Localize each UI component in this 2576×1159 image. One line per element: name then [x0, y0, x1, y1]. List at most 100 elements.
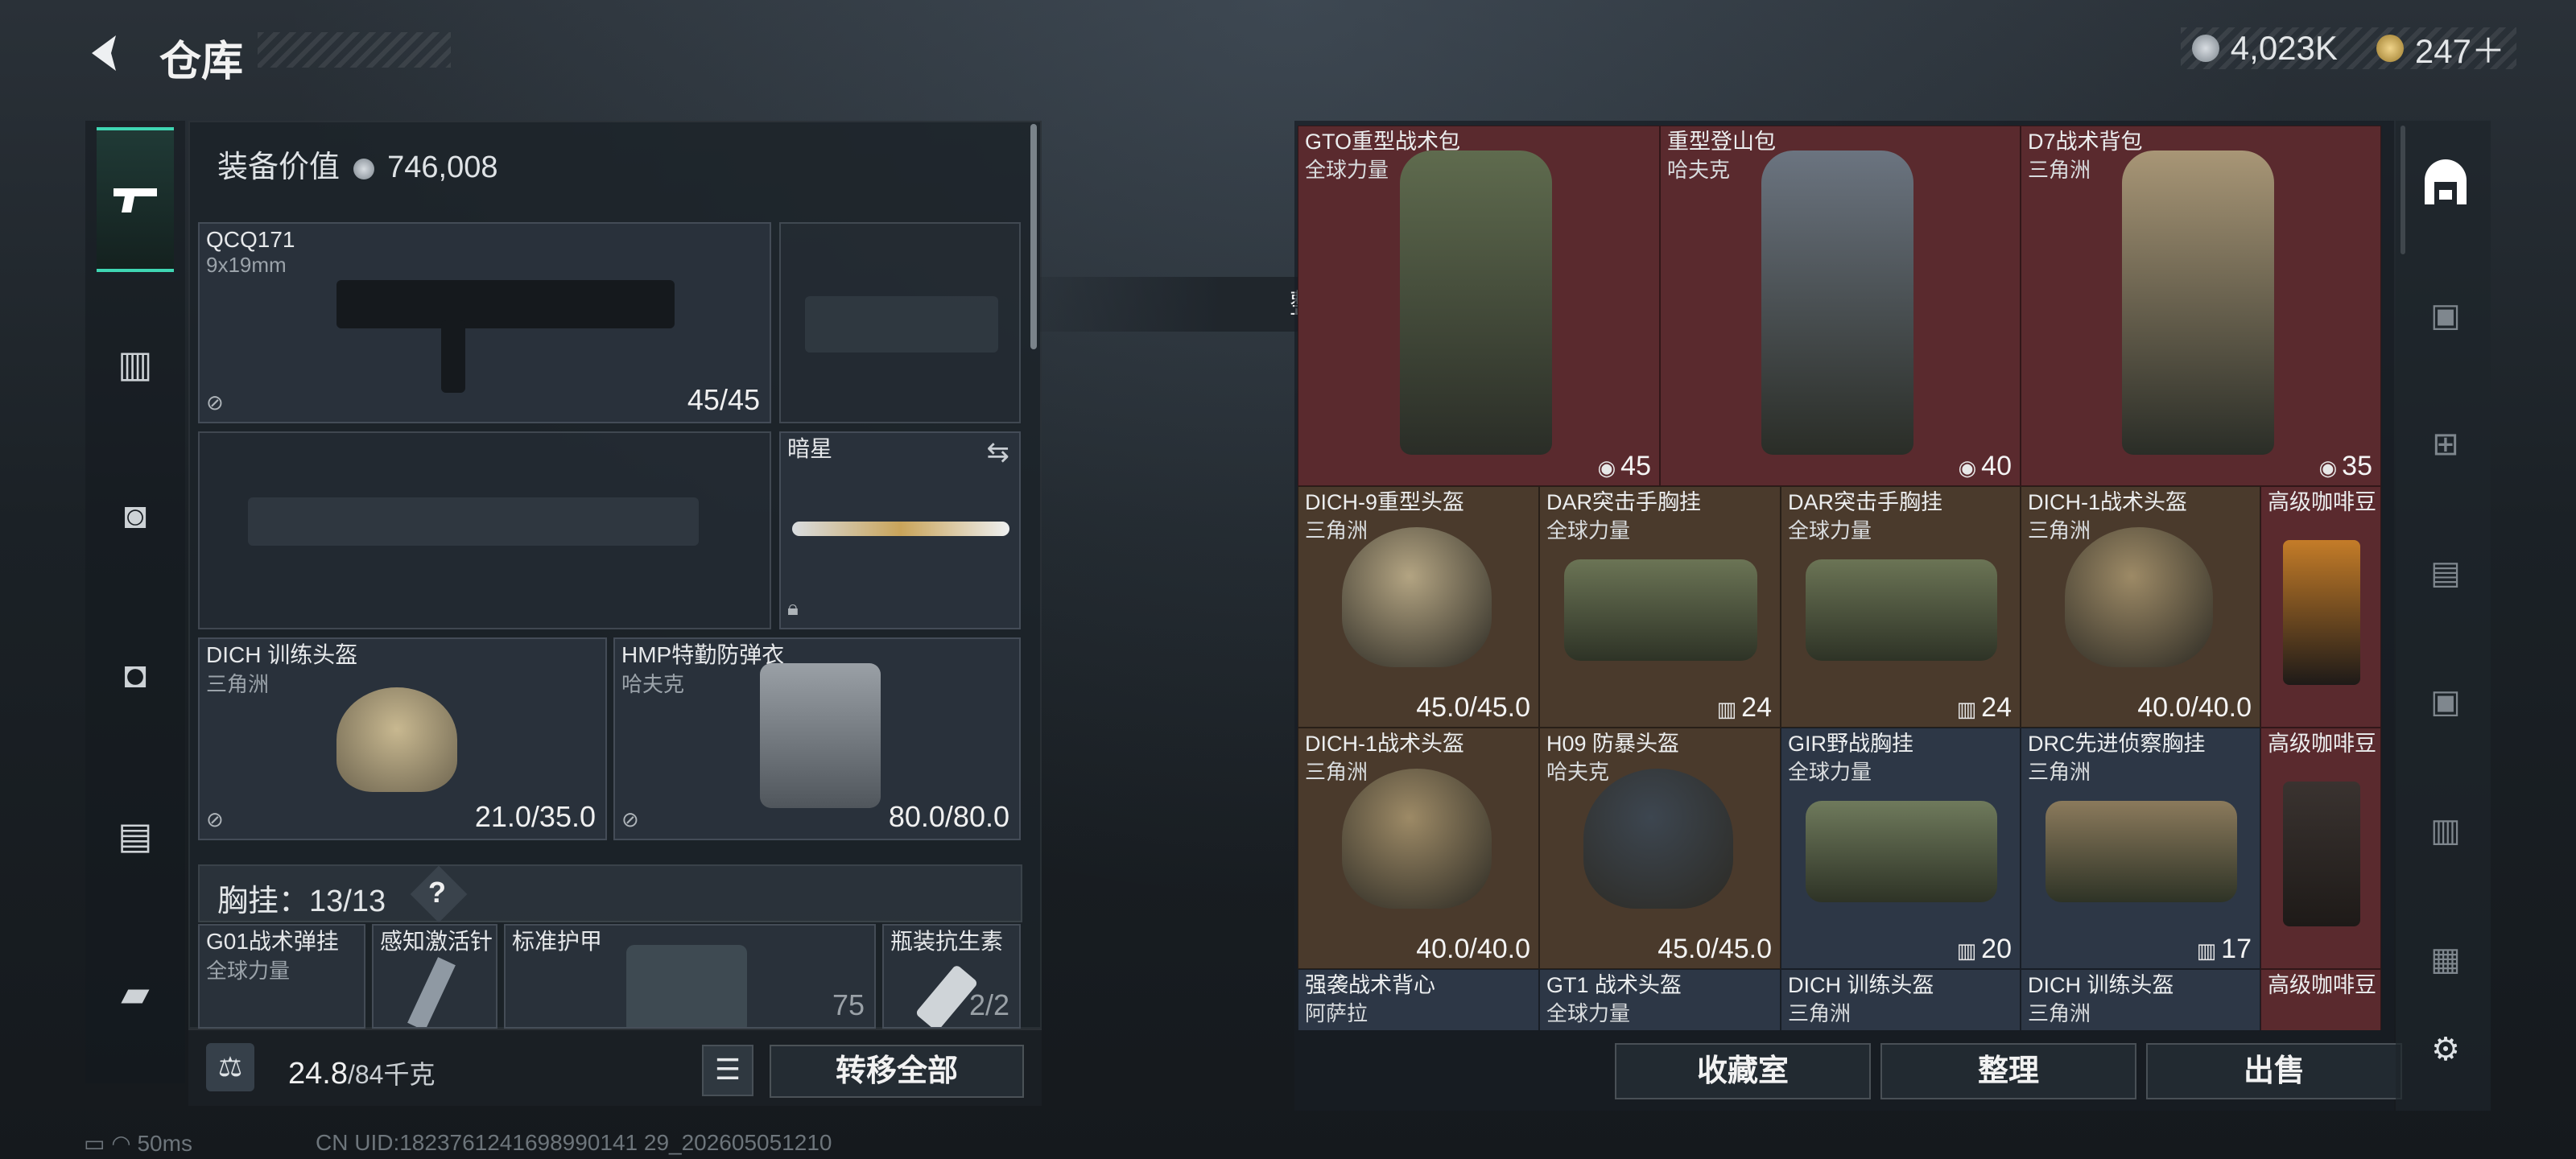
settings-button[interactable]: ⚙: [2412, 1016, 2479, 1083]
stash-item[interactable]: 强袭战术背心 阿萨拉: [1298, 969, 1539, 1030]
sidebar-item-pouch[interactable]: ▤: [97, 797, 174, 874]
stash-item[interactable]: 重型登山包 哈夫克 ◉ 40: [1660, 126, 2021, 486]
back-icon[interactable]: [80, 29, 129, 77]
chest-rig-title: 胸挂：: [217, 885, 310, 918]
item-value-text: 24: [1981, 692, 2012, 723]
bag-icon: ◘: [124, 654, 147, 695]
currency-display: 4,023K 247＋: [2180, 27, 2516, 70]
capacity-icon: ◉: [2318, 456, 2338, 480]
list-view-button[interactable]: ☰: [702, 1045, 753, 1096]
stash-tab-medical[interactable]: ⊞: [2412, 410, 2479, 478]
gold-amount[interactable]: 247＋: [2415, 24, 2505, 73]
sidebar-item-chest-rig[interactable]: ▥: [97, 325, 174, 402]
stash-item[interactable]: GIR野战胸挂 全球力量 ▥ 20: [1781, 728, 2021, 969]
rifle-slot[interactable]: [198, 431, 771, 629]
item-image: [2283, 782, 2360, 926]
item-name: DRC先进侦察胸挂: [2028, 732, 2206, 756]
stash-tab-case[interactable]: ▣: [2412, 668, 2479, 736]
stash-item[interactable]: DICH 训练头盔 三角洲: [1781, 969, 2021, 1030]
smg-image: [336, 280, 675, 328]
chest-item-slot[interactable]: 瓶装抗生素 2/2: [882, 924, 1021, 1029]
stash-item[interactable]: DICH-1战术头盔 三角洲 40.0/40.0: [2021, 486, 2260, 728]
stash-item[interactable]: D7战术背包 三角洲 ◉ 35: [2021, 126, 2381, 486]
user-uid: CN UID:1823761241698990141 29_2026050512…: [316, 1130, 832, 1155]
item-image: [1342, 769, 1492, 909]
chest-item-name: 瓶装抗生素: [890, 929, 1004, 954]
stash-item[interactable]: 高级咖啡豆: [2260, 969, 2381, 1030]
item-name: DAR突击手胸挂: [1788, 490, 1943, 514]
vest-icon: ▥: [1716, 697, 1737, 721]
stash-tab-tools[interactable]: ▥: [2412, 797, 2479, 864]
stash-tab-4[interactable]: ▣: [2412, 282, 2479, 349]
chest-item-slot[interactable]: G01战术弹挂 全球力量: [198, 924, 365, 1029]
collection-room-button[interactable]: 收藏室: [1615, 1043, 1871, 1099]
armor-durability: 80.0/80.0: [888, 800, 1009, 833]
item-name: GTO重型战术包: [1305, 130, 1461, 154]
item-value-text: 45.0/45.0: [1657, 934, 1772, 964]
item-brand: 全球力量: [1546, 1001, 1631, 1025]
stash-tab-main[interactable]: [2412, 158, 2479, 225]
vest-icon: ▥: [1956, 938, 1977, 963]
vest-icon: ▥: [2196, 938, 2217, 963]
sidebar-item-bag[interactable]: ◘: [97, 636, 174, 713]
stash-item[interactable]: GTO重型战术包 全球力量 ◉ 45: [1298, 126, 1660, 486]
equipment-value: 装备价值 746,008: [217, 142, 498, 186]
primary-weapon-slot[interactable]: QCQ171 9x19mm ⊘ 45/45: [198, 222, 771, 423]
stash-item[interactable]: DAR突击手胸挂 全球力量 ▥ 24: [1539, 486, 1781, 728]
armor-slot[interactable]: HMP特勤防弹衣 哈夫克 ⊘ 80.0/80.0: [613, 637, 1021, 840]
item-value-text: 24: [1741, 692, 1772, 723]
equipment-value-label: 装备价值: [217, 151, 341, 184]
helmet-slot[interactable]: DICH 训练头盔 三角洲 ⊘ 21.0/35.0: [198, 637, 607, 840]
sidebar-item-weapons[interactable]: [97, 127, 174, 272]
item-image: [1342, 527, 1492, 667]
item-image: [2064, 527, 2214, 667]
item-value-text: 17: [2221, 934, 2252, 964]
stash-item[interactable]: 高级咖啡豆: [2260, 486, 2381, 728]
organize-button[interactable]: 整理: [1880, 1043, 2136, 1099]
chest-rig-label: 胸挂：13/13: [217, 876, 386, 920]
item-brand: 全球力量: [1546, 518, 1631, 542]
item-name: DICH-1战术头盔: [1305, 732, 1465, 756]
melee-slot[interactable]: 暗星 ⇆ 🔒︎: [779, 431, 1021, 629]
transfer-all-button[interactable]: 转移全部: [770, 1045, 1024, 1098]
gear-icon: ⚙: [2431, 1032, 2460, 1067]
stash-tab-folder[interactable]: ▤: [2412, 539, 2479, 607]
item-value: ▥ 24: [1717, 692, 1772, 724]
medkit-icon: ⊞: [2432, 427, 2459, 462]
carry-weight: 24.8/84千克: [288, 1054, 435, 1091]
stash-item[interactable]: DICH-1战术头盔 三角洲 40.0/40.0: [1298, 728, 1539, 969]
item-image: [2122, 151, 2274, 455]
stash-item[interactable]: GT1 战术头盔 全球力量: [1539, 969, 1781, 1030]
stash-item[interactable]: DICH-9重型头盔 三角洲 45.0/45.0: [1298, 486, 1539, 728]
folder-icon: ▤: [2430, 555, 2461, 591]
stash-tab-settings-case[interactable]: ▦: [2412, 926, 2479, 993]
chest-item-name: G01战术弹挂: [206, 929, 339, 954]
chest-item-slot[interactable]: 标准护甲 75: [504, 924, 876, 1029]
secondary-weapon-slot[interactable]: [779, 222, 1021, 423]
item-value: ◉ 40: [1958, 451, 2012, 482]
case-icon: ▣: [2430, 684, 2461, 720]
swap-icon[interactable]: ⇆: [987, 436, 1010, 468]
sidebar-item-backpack[interactable]: ◙: [97, 476, 174, 554]
no-insure-icon: ⊘: [206, 807, 224, 831]
stash-item[interactable]: DAR突击手胸挂 全球力量 ▥ 24: [1781, 486, 2021, 728]
sidebar-item-case[interactable]: ▰: [97, 955, 174, 1032]
stash-item[interactable]: DICH 训练头盔 三角洲: [2021, 969, 2260, 1030]
item-value-text: 20: [1981, 934, 2012, 964]
helmet-brand: 三角洲: [206, 672, 270, 696]
item-value: 45.0/45.0: [1416, 692, 1530, 724]
stash-item[interactable]: DRC先进侦察胸挂 三角洲 ▥ 17: [2021, 728, 2260, 969]
item-name: 高级咖啡豆: [2268, 490, 2376, 514]
chest-item-value: 75: [832, 988, 865, 1021]
left-scrollbar[interactable]: [1030, 124, 1037, 349]
item-name: DAR突击手胸挂: [1546, 490, 1702, 514]
sell-button[interactable]: 出售: [2146, 1043, 2402, 1099]
stash-item[interactable]: H09 防暴头盔 哈夫克 45.0/45.0: [1539, 728, 1781, 969]
item-name: DICH 训练头盔: [1788, 973, 1934, 997]
chest-item-slot[interactable]: 感知激活针: [372, 924, 497, 1029]
melee-name: 暗星: [787, 436, 833, 461]
item-brand: 三角洲: [2028, 1001, 2091, 1025]
item-value: 45.0/45.0: [1657, 934, 1772, 965]
stash-item[interactable]: 高级咖啡豆: [2260, 728, 2381, 969]
help-icon[interactable]: ?: [428, 876, 446, 909]
